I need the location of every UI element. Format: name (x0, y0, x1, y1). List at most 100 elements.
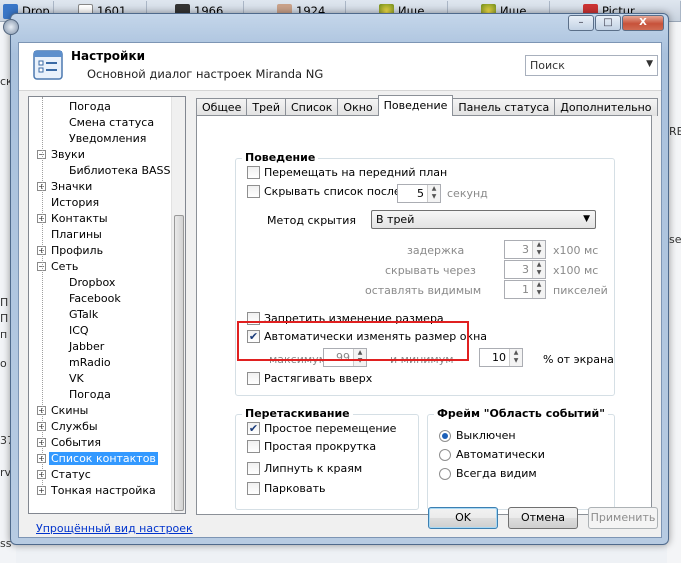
behavior-group-title: Поведение (242, 151, 319, 164)
tree-item[interactable]: + Скины (37, 402, 90, 418)
radio-button[interactable] (439, 429, 451, 442)
tree-item[interactable]: История (37, 194, 101, 210)
checkbox-box[interactable] (247, 372, 260, 385)
spinner-arrows-icon[interactable]: ▲ ▼ (532, 261, 545, 278)
tree-item[interactable]: Facebook (67, 290, 123, 306)
tree-item[interactable]: VK (67, 370, 86, 386)
close-button[interactable]: X (622, 15, 664, 31)
tree-item[interactable]: − Сеть (37, 258, 80, 274)
tree-item[interactable]: Плагины (37, 226, 104, 242)
simple-scroll-checkbox[interactable]: Простая прокрутка (247, 440, 376, 453)
stretch-up-checkbox[interactable]: Растягивать вверх (247, 372, 372, 385)
chevron-down-icon[interactable]: ▼ (646, 59, 653, 69)
checkbox-box[interactable] (247, 440, 260, 453)
tree-item[interactable]: + Профиль (37, 242, 105, 258)
event-frame-auto-radio[interactable]: Автоматически (439, 448, 545, 461)
tree-item[interactable]: + Контакты (37, 210, 110, 226)
tree-item[interactable]: Jabber (67, 338, 106, 354)
tree-item[interactable]: + Значки (37, 178, 94, 194)
tab-general[interactable]: Общее (196, 98, 248, 116)
tab-behavior[interactable]: Поведение (377, 95, 454, 116)
hide-after-spinner[interactable]: 5 ▲ ▼ (397, 184, 441, 203)
tab-advanced[interactable]: Дополнительно (554, 98, 658, 116)
hide-method-value: В трей (376, 213, 415, 226)
dialog-header: Настройки Основной диалог настроек Miran… (19, 43, 661, 91)
spinner-arrows-icon[interactable]: ▲ ▼ (532, 281, 545, 298)
tree-item[interactable]: − Звуки (37, 146, 87, 162)
tab-window[interactable]: Окно (337, 98, 379, 116)
minimize-button[interactable]: – (568, 15, 594, 31)
spinner-arrows-icon[interactable]: ▲ ▼ (509, 349, 522, 366)
search-combo[interactable]: Поиск ▼ (525, 55, 658, 76)
tree-item-label: Сеть (51, 259, 79, 273)
tab-status-bar[interactable]: Панель статуса (452, 98, 556, 116)
background-window-right (667, 22, 681, 563)
hide-method-select[interactable]: В трей ▼ (371, 210, 596, 229)
tree-item[interactable]: Библиотека BASS (67, 162, 172, 178)
park-checkbox[interactable]: Парковать (247, 482, 325, 495)
background-text: П (0, 312, 9, 325)
tree-item[interactable]: + События (37, 434, 103, 450)
leave-visible-spinner[interactable]: 1 ▲ ▼ (504, 280, 546, 299)
tree-item-label: Погода (69, 387, 111, 401)
hide-after-checkbox[interactable]: Скрывать список после (247, 185, 401, 198)
tree-item-label: ICQ (69, 323, 89, 337)
checkbox-label: Скрывать список после (264, 185, 401, 198)
hide-through-spinner[interactable]: 3 ▲ ▼ (504, 260, 546, 279)
checkbox-box[interactable]: ✔ (247, 422, 260, 435)
tree-item[interactable]: Уведомления (67, 130, 148, 146)
radio-button[interactable] (439, 467, 451, 480)
percent-label: % от экрана (543, 353, 614, 366)
window-controls: – □ X (568, 15, 664, 31)
cancel-button[interactable]: Отмена (508, 507, 578, 529)
ok-button[interactable]: OK (428, 507, 498, 529)
simple-move-checkbox[interactable]: ✔ Простое перемещение (247, 422, 396, 435)
radio-button[interactable] (439, 448, 451, 461)
checkbox-box[interactable] (247, 185, 260, 198)
tree-item[interactable]: mRadio (67, 354, 113, 370)
tab-tray[interactable]: Трей (246, 98, 286, 116)
tree-item-label: Статус (51, 467, 91, 481)
event-frame-always-radio[interactable]: Всегда видим (439, 467, 537, 480)
tree-item-label: Контакты (51, 211, 108, 225)
tree-item[interactable]: + Службы (37, 418, 100, 434)
checkbox-box[interactable] (247, 166, 260, 179)
tree-item[interactable]: Погода (67, 98, 113, 114)
gear-icon[interactable] (3, 19, 19, 35)
background-text: о (0, 357, 7, 370)
spinner-arrows-icon[interactable]: ▲ ▼ (532, 241, 545, 258)
tree-item[interactable]: + Статус (37, 466, 93, 482)
tree-item[interactable]: + Список контактов (37, 450, 158, 466)
tab-list[interactable]: Список (284, 98, 339, 116)
tree-scrollbar[interactable] (171, 97, 185, 513)
background-text: п (0, 328, 8, 341)
tree-item-label: Звуки (51, 147, 85, 161)
tree-item[interactable]: GTalk (67, 306, 100, 322)
tree-item[interactable]: Погода (67, 386, 113, 402)
min-spinner[interactable]: 10 ▲ ▼ (479, 348, 523, 367)
delay-spinner[interactable]: 3 ▲ ▼ (504, 240, 546, 259)
behavior-panel: Поведение Перемещать на передний план Ск… (196, 115, 652, 515)
tree-item[interactable]: ICQ (67, 322, 91, 338)
spinner-arrows-icon[interactable]: ▲ ▼ (427, 185, 440, 202)
tree-connector (42, 97, 43, 487)
stick-edges-checkbox[interactable]: Липнуть к краям (247, 462, 362, 475)
bring-to-front-checkbox[interactable]: Перемещать на передний план (247, 166, 447, 179)
maximize-button[interactable]: □ (595, 15, 621, 31)
simple-view-link[interactable]: Упрощённый вид настроек (36, 522, 193, 535)
tree-item-label: Уведомления (69, 131, 147, 145)
apply-button[interactable]: Применить (588, 507, 658, 529)
settings-tree[interactable]: Погода Смена статуса Уведомления − Звуки Библ… (28, 96, 186, 514)
tree-item-label: mRadio (69, 355, 111, 369)
delay-unit: x100 мс (553, 244, 599, 257)
chevron-down-icon[interactable]: ▼ (583, 214, 590, 224)
spinner-value: 3 (522, 263, 529, 276)
tree-item[interactable]: Смена статуса (67, 114, 156, 130)
tree-item[interactable]: + Тонкая настройка (37, 482, 158, 498)
checkbox-box[interactable] (247, 482, 260, 495)
leave-visible-unit: пикселей (553, 284, 608, 297)
tree-scrollbar-thumb[interactable] (174, 215, 184, 511)
tree-item[interactable]: Dropbox (67, 274, 117, 290)
checkbox-box[interactable] (247, 462, 260, 475)
event-frame-off-radio[interactable]: Выключен (439, 429, 516, 442)
